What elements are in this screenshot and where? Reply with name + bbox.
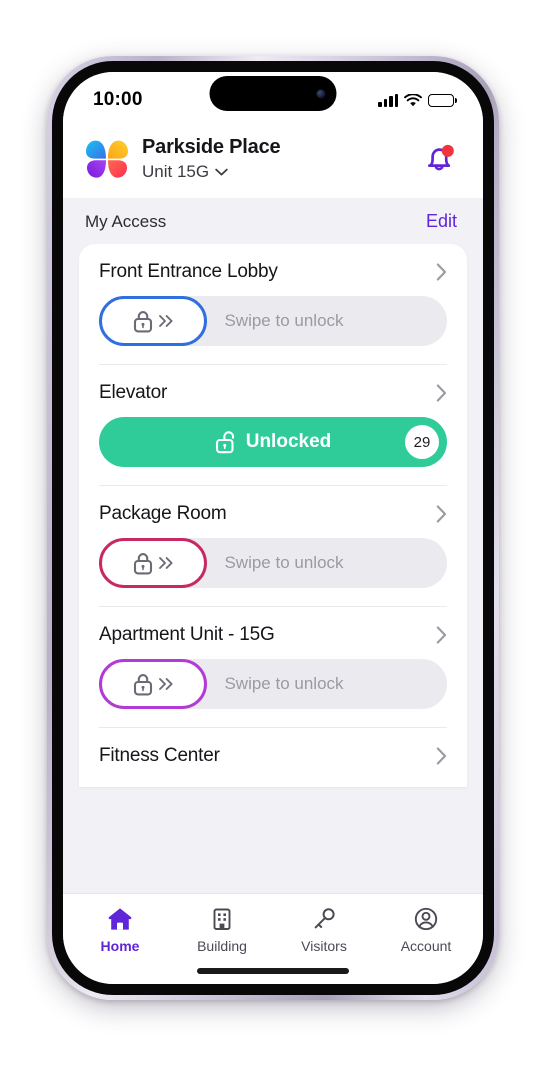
section-header: My Access Edit [63,198,483,244]
status-time: 10:00 [93,89,143,110]
tab-label: Home [100,938,140,954]
unit-selector[interactable]: Unit 15G [142,162,280,182]
front-camera-icon [316,89,326,98]
dynamic-island [209,76,337,111]
section-title: My Access [85,211,167,231]
wifi-icon [404,93,422,106]
tab-home[interactable]: Home [69,905,171,954]
chevron-down-icon [215,168,228,176]
lock-closed-icon [133,673,152,695]
battery-full-icon [428,93,457,107]
key-icon [314,908,335,929]
row-header[interactable]: Package Room [99,486,447,538]
lock-closed-icon [133,552,152,574]
app-header: Parkside Place Unit 15G [63,124,483,198]
home-icon [108,908,132,930]
butterfly-logo-icon [86,140,128,178]
access-point-name: Apartment Unit - 15G [99,624,275,645]
tab-building[interactable]: Building [171,905,273,954]
chevron-right-icon[interactable] [436,384,447,402]
tab-label: Building [197,938,247,954]
bottom-tab-bar: Home Building Visitors Account [63,893,483,958]
building-icon [213,908,231,930]
access-point-name: Fitness Center [99,745,220,766]
row-header[interactable]: Fitness Center [99,728,447,787]
chevron-right-icon[interactable] [436,626,447,644]
unit-label: Unit 15G [142,162,210,181]
tab-account[interactable]: Account [375,905,477,954]
access-row-package-room[interactable]: Package Room Swipe to unlock [79,485,467,588]
swipe-handle[interactable] [99,538,207,588]
account-icon [414,907,438,931]
access-scroll-area[interactable]: Front Entrance Lobby Swipe to unlock Ele… [63,244,483,893]
unlocked-label: Unlocked [245,431,332,452]
notification-badge-dot [441,144,454,157]
swipe-handle[interactable] [99,296,207,346]
access-row-front-entrance-lobby[interactable]: Front Entrance Lobby Swipe to unlock [79,244,467,346]
phone-screen: 10:00 Parkside Place Unit 15G My Access … [63,72,483,984]
bell-icon [428,144,454,171]
home-indicator-bar[interactable] [197,968,349,974]
row-header[interactable]: Apartment Unit - 15G [99,607,447,659]
double-chevron-right-icon [158,557,173,569]
access-point-name: Package Room [99,503,227,524]
swipe-to-unlock-track[interactable]: Swipe to unlock [99,538,447,588]
phone-frame: 10:00 Parkside Place Unit 15G My Access … [47,56,499,1000]
tab-label: Visitors [301,938,347,954]
edit-button[interactable]: Edit [426,211,457,232]
swipe-to-unlock-track[interactable]: Swipe to unlock [99,659,447,709]
access-row-apartment-unit[interactable]: Apartment Unit - 15G Swipe to unlock [79,606,467,709]
double-chevron-right-icon [158,678,173,690]
tab-label: Account [400,938,452,954]
row-header[interactable]: Front Entrance Lobby [99,244,447,296]
tab-visitors[interactable]: Visitors [273,905,375,954]
row-header[interactable]: Elevator [99,365,447,417]
swipe-handle[interactable] [99,659,207,709]
access-point-name: Front Entrance Lobby [99,261,278,282]
access-row-fitness-center[interactable]: Fitness Center [79,727,467,787]
double-chevron-right-icon [158,315,173,327]
unlocked-status-bar[interactable]: Unlocked 29 [99,417,447,467]
access-row-elevator[interactable]: Elevator Unlocked 29 [79,364,467,467]
unlock-countdown-badge: 29 [405,425,439,459]
brand-text-block: Parkside Place Unit 15G [142,136,281,182]
status-bar: 10:00 [63,72,483,124]
chevron-right-icon[interactable] [436,263,447,281]
chevron-right-icon[interactable] [436,505,447,523]
home-indicator-area [63,958,483,984]
cellular-signal-icon [378,93,398,107]
phone-bezel: 10:00 Parkside Place Unit 15G My Access … [52,61,494,995]
access-card: Front Entrance Lobby Swipe to unlock Ele… [79,244,467,787]
lock-closed-icon [133,310,152,332]
chevron-right-icon[interactable] [436,747,447,765]
notifications-button[interactable] [421,141,457,177]
access-point-name: Elevator [99,382,168,403]
status-indicators [378,93,457,107]
lock-open-icon [215,431,234,454]
page-title: Parkside Place [142,136,281,158]
swipe-to-unlock-track[interactable]: Swipe to unlock [99,296,447,346]
